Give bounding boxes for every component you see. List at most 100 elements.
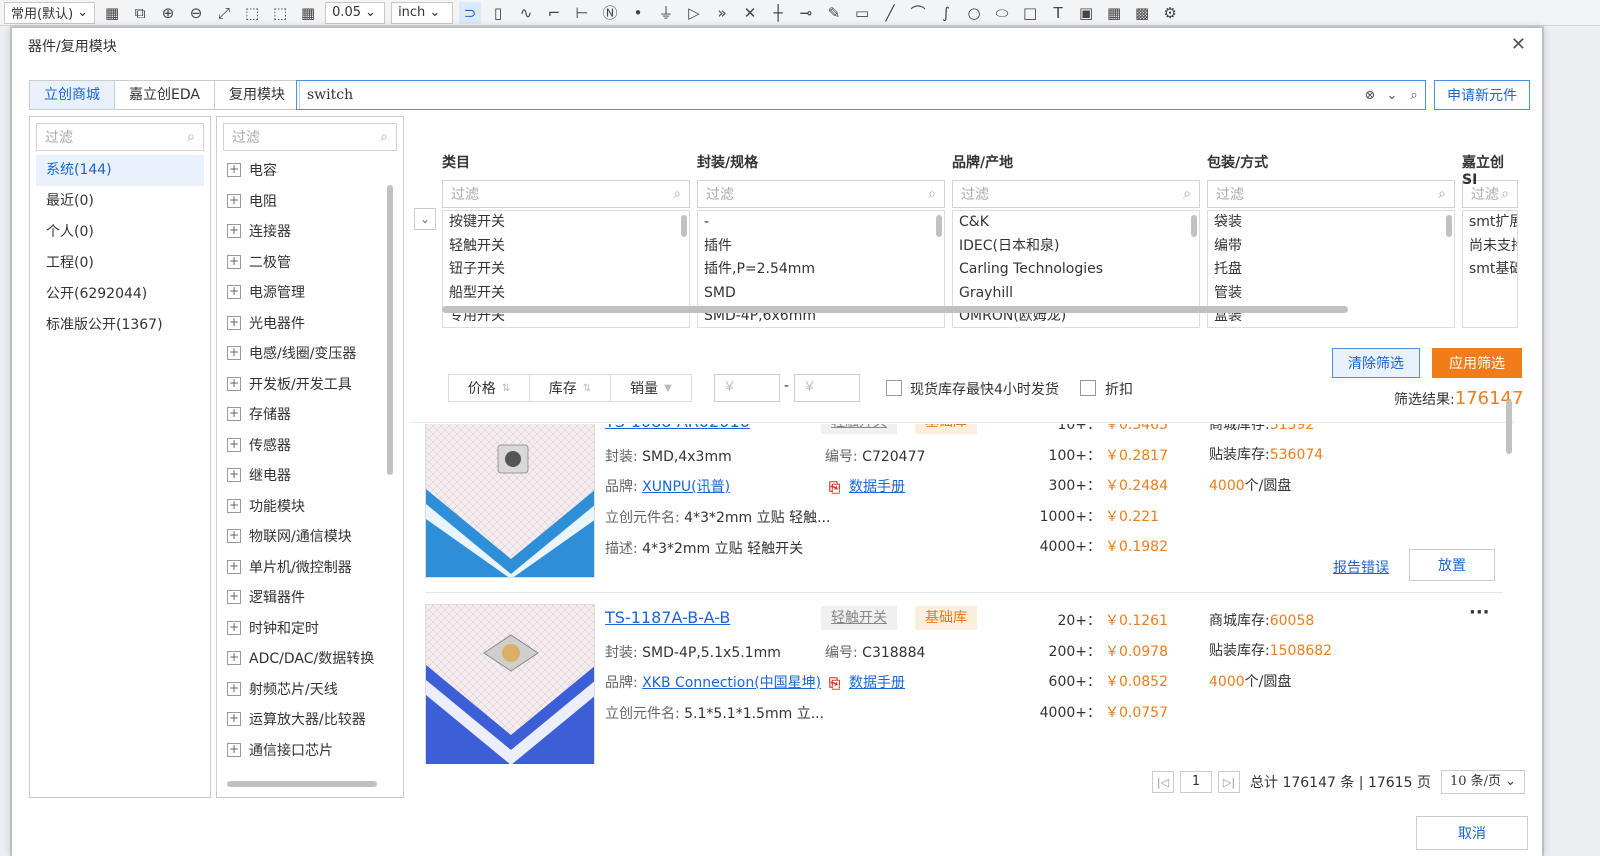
filter-option[interactable]: smt基础 — [1463, 258, 1517, 282]
text-icon[interactable]: T — [1047, 2, 1069, 24]
product-title-link[interactable]: TS-1187A-B-A-B — [605, 608, 730, 627]
bus-entry-icon[interactable]: ⊢ — [571, 2, 593, 24]
chevron-down-icon[interactable]: ⌄ — [1381, 88, 1403, 103]
category-tree-item[interactable]: + 电源管理 — [217, 277, 389, 308]
filter-option[interactable]: smt扩展 — [1463, 211, 1517, 235]
page-size-select[interactable]: 10 条/页 ⌄ — [1440, 770, 1525, 794]
close-icon[interactable]: ✕ — [1511, 34, 1526, 55]
filter-option[interactable]: 袋装 — [1208, 211, 1454, 235]
fast-ship-checkbox[interactable] — [886, 380, 902, 396]
sort-sales-button[interactable]: 销量 ▼ — [610, 374, 692, 402]
category-tree-item[interactable]: + 电感/线圈/变压器 — [217, 338, 389, 369]
search-icon[interactable]: ⌕ — [1403, 88, 1425, 103]
more-icon[interactable]: ··· — [1469, 424, 1490, 427]
first-page-icon[interactable]: |◁ — [1152, 771, 1174, 793]
cross-icon[interactable]: ✕ — [739, 2, 761, 24]
filter-column-input[interactable]: 过滤 ⌕ — [442, 180, 690, 208]
arc-icon[interactable]: ⌒ — [907, 2, 929, 24]
tab-lcsc[interactable]: 立创商城 — [30, 81, 115, 109]
ellipse-icon[interactable]: ⬭ — [991, 2, 1013, 24]
expand-icon[interactable]: + — [227, 254, 241, 269]
netlabel-icon[interactable]: Ⓝ — [599, 2, 621, 24]
expand-icon[interactable]: + — [227, 285, 241, 300]
filter-option[interactable]: 插件 — [698, 235, 944, 259]
filter-option[interactable]: SMD — [698, 282, 944, 306]
cancel-button[interactable]: 取消 — [1416, 816, 1528, 850]
collapse-toggle-icon[interactable]: ⌄ — [414, 208, 436, 230]
last-page-icon[interactable]: ▷| — [1218, 771, 1240, 793]
expand-icon[interactable]: + — [227, 224, 241, 239]
zoom-area-icon[interactable]: ⬚ — [241, 2, 263, 24]
filters-h-scrollbar[interactable] — [442, 306, 1348, 313]
brand-link[interactable]: XKB Connection(中国星坤) — [642, 675, 821, 691]
grid-size-select[interactable]: 0.05 ⌄ — [325, 1, 386, 24]
expand-icon[interactable]: + — [227, 315, 241, 330]
price-min-input[interactable]: ￥ — [714, 374, 780, 402]
filter-option[interactable]: Grayhill — [953, 282, 1199, 306]
category-tag[interactable]: 轻触开关 — [821, 606, 897, 630]
pen-icon[interactable]: ✎ — [823, 2, 845, 24]
expand-icon[interactable]: + — [227, 376, 241, 391]
zoom-in-icon[interactable]: ⊕ — [157, 2, 179, 24]
page-input[interactable]: 1 — [1180, 771, 1212, 793]
grid-toggle-icon[interactable]: ▦ — [297, 2, 319, 24]
bus-icon[interactable]: ⌐ — [543, 2, 565, 24]
apply-new-component-button[interactable]: 申请新元件 — [1434, 80, 1530, 110]
filter-column-input[interactable]: 过滤 ⌕ — [1462, 180, 1518, 208]
more-icon[interactable]: ··· — [1469, 602, 1490, 623]
category-tree-item[interactable]: + 电阻 — [217, 186, 389, 217]
filter-option[interactable]: - — [698, 211, 944, 235]
filter-column-scrollbar[interactable] — [1191, 215, 1197, 237]
brand-link[interactable]: XUNPU(讯普) — [642, 479, 730, 495]
netflag-icon[interactable]: • — [627, 2, 649, 24]
price-max-input[interactable]: ￥ — [794, 374, 860, 402]
text-box-icon[interactable]: ▭ — [851, 2, 873, 24]
filter-option[interactable]: 船型开关 — [443, 282, 689, 306]
filter-option[interactable]: 托盘 — [1208, 258, 1454, 282]
filter-option[interactable]: 钮子开关 — [443, 258, 689, 282]
qrcode-icon[interactable]: ▩ — [1131, 2, 1153, 24]
layer-select[interactable]: 常用(默认) ⌄ — [4, 1, 96, 24]
expand-icon[interactable]: + — [227, 346, 241, 361]
library-item-personal[interactable]: 个人(0) — [36, 217, 204, 248]
library-item-std-public[interactable]: 标准版公开(1367) — [36, 310, 204, 341]
filter-option[interactable]: 插件,P=2.54mm — [698, 258, 944, 282]
discount-checkbox[interactable] — [1080, 380, 1096, 396]
category-tree-item[interactable]: + 光电器件 — [217, 308, 389, 339]
settings-icon[interactable]: ⚙ — [1159, 2, 1181, 24]
filter-option[interactable]: Carling Technologies — [953, 258, 1199, 282]
clear-filter-button[interactable]: 清除筛选 — [1332, 348, 1420, 378]
filter-column-scrollbar[interactable] — [681, 215, 687, 237]
circle-icon[interactable]: ○ — [963, 2, 985, 24]
component-icon[interactable]: ▯ — [487, 2, 509, 24]
library-item-system[interactable]: 系统(144) — [36, 155, 204, 186]
library-item-project[interactable]: 工程(0) — [36, 248, 204, 279]
category-tree-item[interactable]: + 电容 — [217, 155, 389, 186]
tab-reuse-module[interactable]: 复用模块 — [214, 81, 299, 109]
no-connect-icon[interactable]: » — [711, 2, 733, 24]
report-error-link[interactable]: 报告错误 — [1333, 557, 1389, 577]
sort-price-button[interactable]: 价格 ⇅ — [448, 374, 530, 402]
sort-stock-button[interactable]: 库存 ⇅ — [529, 374, 611, 402]
expand-icon[interactable]: + — [227, 193, 241, 208]
filter-column-scrollbar[interactable] — [936, 215, 942, 237]
netport-icon[interactable]: ▷ — [683, 2, 705, 24]
product-scrollbar[interactable] — [1506, 400, 1512, 454]
table-icon[interactable]: ▦ — [1103, 2, 1125, 24]
rectangle-icon[interactable]: □ — [1019, 2, 1041, 24]
junction-icon[interactable]: ┼ — [767, 2, 789, 24]
filter-option[interactable]: 轻触开关 — [443, 235, 689, 259]
category-h-scrollbar[interactable] — [227, 781, 377, 787]
wire-icon[interactable]: ∿ — [515, 2, 537, 24]
category-tree-item[interactable]: + 二极管 — [217, 247, 389, 278]
search-input[interactable] — [307, 87, 1359, 103]
product-image[interactable] — [425, 424, 595, 578]
library-filter-input[interactable]: 过滤 ⌕ — [36, 123, 204, 151]
datasheet-link[interactable]: 数据手册 — [849, 675, 905, 691]
filter-column-scrollbar[interactable] — [1446, 215, 1452, 237]
expand-icon[interactable]: + — [227, 407, 241, 422]
clear-icon[interactable]: ⊗ — [1359, 88, 1381, 103]
filter-option[interactable]: 编带 — [1208, 235, 1454, 259]
zoom-out-icon[interactable]: ⊖ — [185, 2, 207, 24]
datasheet-link[interactable]: 数据手册 — [849, 479, 905, 495]
